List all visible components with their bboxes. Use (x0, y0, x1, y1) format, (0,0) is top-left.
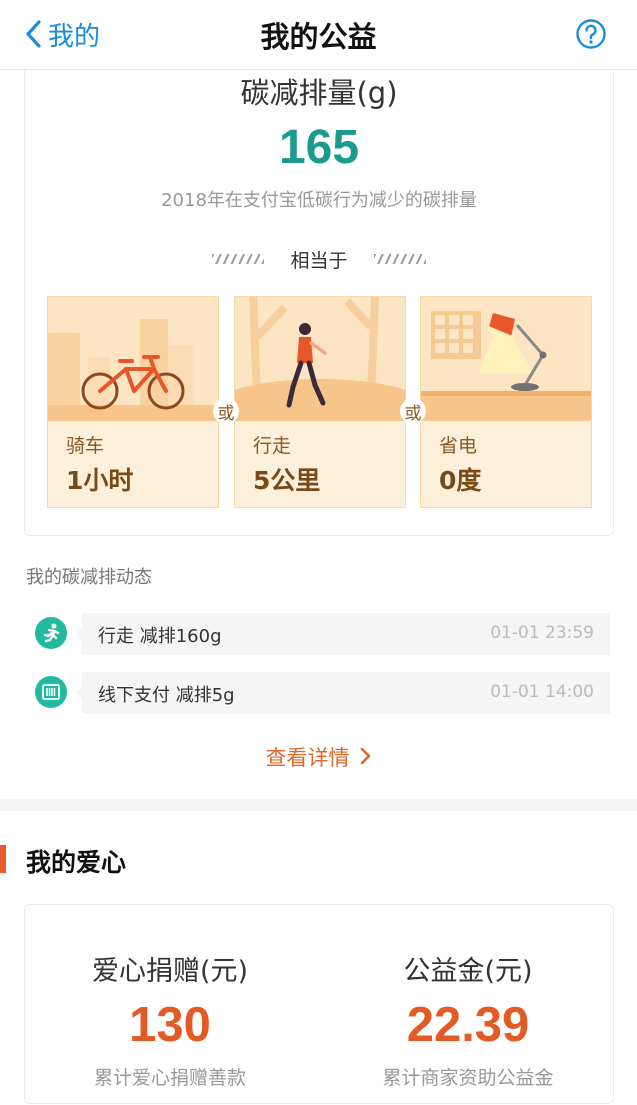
donation-label: 爱心捐赠(元) (91, 956, 249, 987)
carbon-value: 165 (278, 121, 360, 174)
dynamics-item[interactable]: 线下支付 减排5g 01-01 14:00 (32, 672, 610, 714)
carbon-reduction-card: 碳减排量(g) 165 2018年在支付宝低碳行为减少的碳排量 相当于 骑车 1… (24, 70, 614, 536)
dynamics-text: 线下支付 减排5g (98, 685, 235, 706)
page-title: 我的公益 (260, 20, 377, 54)
dynamics-item[interactable]: 行走 减排160g 01-01 23:59 (32, 613, 610, 655)
dynamics-title: 我的碳减排动态 (26, 567, 152, 588)
help-icon[interactable] (575, 18, 607, 50)
barcode-icon (35, 676, 67, 708)
section-accent-bar (0, 845, 6, 873)
dynamics-bubble: 线下支付 减排5g 01-01 14:00 (75, 672, 610, 714)
carbon-label: 碳减排量(g) (240, 76, 398, 110)
or-separator: 或 (213, 398, 239, 424)
tile-label: 骑车 (66, 435, 105, 457)
tile-label: 行走 (253, 435, 292, 457)
hatch-decoration (373, 254, 426, 264)
tile-value: 5公里 (253, 466, 321, 495)
desk-lamp-icon (421, 297, 591, 421)
tile-value: 0度 (439, 466, 482, 495)
dynamics-text: 行走 减排160g (98, 626, 222, 647)
tile-label: 省电 (439, 435, 478, 457)
section-divider (0, 799, 637, 811)
donation-stat[interactable]: 爱心捐赠(元) 130 累计爱心捐赠善款 (25, 905, 315, 1105)
dynamics-bubble: 行走 减排160g 01-01 23:59 (75, 613, 610, 655)
bicycle-icon (48, 297, 218, 421)
dynamics-time: 01-01 23:59 (490, 623, 594, 643)
tile-walking: 行走 5公里 (234, 296, 406, 508)
runner-icon (35, 617, 67, 649)
fund-stat[interactable]: 公益金(元) 22.39 累计商家资助公益金 (323, 905, 613, 1105)
equivalent-label: 相当于 (290, 249, 348, 272)
walking-person-icon (235, 297, 405, 421)
or-separator: 或 (400, 398, 426, 424)
view-details-link[interactable]: 查看详情 (0, 742, 637, 772)
equivalent-tiles: 骑车 1小时 或 行走 5公里 或 省电 0度 (47, 296, 593, 510)
equivalent-divider: 相当于 (25, 246, 613, 272)
love-stats-card: 爱心捐赠(元) 130 累计爱心捐赠善款 公益金(元) 22.39 累计商家资助… (24, 904, 614, 1104)
fund-subtitle: 累计商家资助公益金 (382, 1067, 554, 1089)
fund-label: 公益金(元) (403, 956, 533, 987)
carbon-subtitle: 2018年在支付宝低碳行为减少的碳排量 (161, 190, 477, 211)
donation-value: 130 (129, 998, 211, 1052)
fund-value: 22.39 (406, 998, 530, 1052)
view-details-label: 查看详情 (265, 746, 350, 770)
love-section-title: 我的爱心 (26, 848, 127, 877)
dynamics-time: 01-01 14:00 (490, 682, 594, 702)
tile-electricity: 省电 0度 (420, 296, 592, 508)
chevron-right-icon (360, 747, 370, 765)
hatch-decoration (212, 254, 265, 264)
tile-cycling: 骑车 1小时 (47, 296, 219, 508)
tile-value: 1小时 (66, 466, 134, 495)
donation-subtitle: 累计爱心捐赠善款 (93, 1067, 246, 1089)
navigation-bar: 我的 我的公益 (0, 0, 637, 70)
